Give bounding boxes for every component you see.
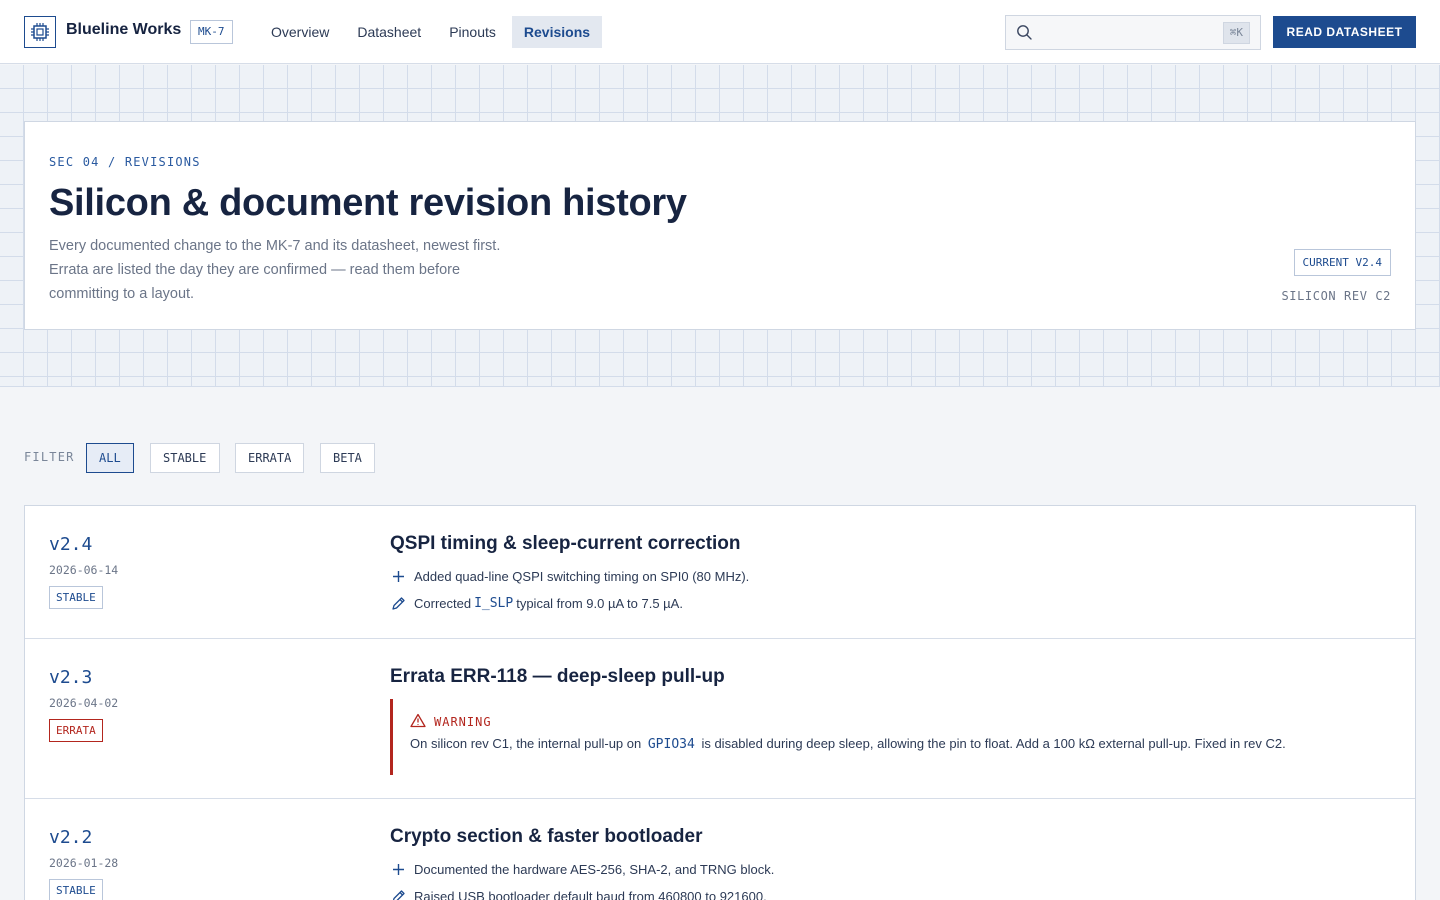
- current-version-badge: CURRENT V2.4: [1293, 249, 1391, 276]
- status-badge: ERRATA: [49, 719, 103, 742]
- filter-chip-errata[interactable]: ERRATA: [235, 443, 304, 473]
- change-item: Raised USB bootloader default baud from …: [390, 888, 767, 900]
- revision-date: 2026-01-28: [49, 856, 119, 870]
- filter-chip-stable[interactable]: STABLE: [150, 443, 220, 473]
- status-badge: STABLE: [49, 586, 103, 609]
- main-nav: Overview Datasheet Pinouts Revisions: [259, 16, 603, 48]
- errata-warning: WARNING On silicon rev C1, the internal …: [390, 699, 1391, 775]
- change-text-suffix: typical from 9.0 µA to 7.5 µA.: [516, 595, 683, 611]
- top-bar: Blueline Works MK-7 Overview Datasheet P…: [0, 0, 1440, 64]
- search-icon: [1016, 24, 1033, 46]
- revision-title: Crypto section & faster bootloader: [390, 826, 703, 847]
- revision-version[interactable]: v2.2: [49, 827, 92, 848]
- change-item: Documented the hardware AES-256, SHA-2, …: [390, 861, 774, 877]
- nav-pinouts[interactable]: Pinouts: [437, 16, 508, 48]
- revision-version[interactable]: v2.4: [49, 534, 92, 555]
- nav-datasheet[interactable]: Datasheet: [345, 16, 433, 48]
- change-text: Documented the hardware AES-256, SHA-2, …: [414, 861, 775, 877]
- revision-entry: v2.4 2026-06-14 STABLE QSPI timing & sle…: [25, 506, 1415, 639]
- filter-chip-beta[interactable]: BETA: [320, 443, 375, 473]
- brand-name[interactable]: Blueline Works: [66, 21, 181, 39]
- shortcut-hint: ⌘K: [1222, 22, 1250, 44]
- section-kicker: SEC 04 / REVISIONS: [49, 155, 201, 169]
- warning-text-suffix: is disabled during deep sleep, allowing …: [701, 736, 1286, 751]
- plus-icon: [390, 861, 406, 877]
- revision-list: v2.4 2026-06-14 STABLE QSPI timing & sle…: [24, 505, 1416, 900]
- filter-label: FILTER: [24, 450, 75, 464]
- revision-date: 2026-06-14: [49, 563, 119, 577]
- param-code: I_SLP: [474, 595, 514, 611]
- warning-triangle-icon: [410, 713, 426, 731]
- pencil-icon: [390, 595, 406, 611]
- warning-text-prefix: On silicon rev C1, the internal pull-up …: [410, 736, 642, 751]
- change-text: Raised USB bootloader default baud from …: [414, 888, 767, 900]
- warning-text: On silicon rev C1, the internal pull-up …: [410, 736, 1286, 752]
- page-description: Every documented change to the MK-7 and …: [49, 238, 501, 302]
- revision-date: 2026-04-02: [49, 696, 119, 710]
- change-text-prefix: Corrected: [414, 595, 472, 611]
- pencil-icon: [390, 888, 406, 900]
- nav-revisions[interactable]: Revisions: [511, 16, 603, 48]
- search-input[interactable]: [1042, 22, 1222, 44]
- revision-title: Errata ERR-118 — deep-sleep pull-up: [390, 666, 725, 687]
- revision-version[interactable]: v2.3: [49, 667, 92, 688]
- change-item: Added quad-line QSPI switching timing on…: [390, 568, 749, 584]
- page-title: Silicon & document revision history: [49, 182, 687, 224]
- nav-overview[interactable]: Overview: [259, 16, 341, 48]
- model-badge: MK-7: [190, 20, 233, 44]
- revision-entry: v2.2 2026-01-28 STABLE Crypto section & …: [25, 799, 1415, 900]
- warning-label: WARNING: [434, 715, 492, 729]
- revision-entry: v2.3 2026-04-02 ERRATA Errata ERR-118 — …: [25, 639, 1415, 799]
- search-box[interactable]: ⌘K: [1005, 15, 1261, 50]
- filter-chip-all[interactable]: ALL: [86, 443, 134, 473]
- chip-logo-icon[interactable]: [24, 16, 56, 48]
- status-badge: STABLE: [49, 879, 103, 900]
- change-item: Corrected I_SLP typical from 9.0 µA to 7…: [390, 595, 683, 611]
- read-datasheet-button[interactable]: READ DATASHEET: [1273, 16, 1416, 48]
- revision-title: QSPI timing & sleep-current correction: [390, 533, 741, 554]
- plus-icon: [390, 568, 406, 584]
- warning-header: WARNING: [410, 713, 492, 731]
- change-text: Added quad-line QSPI switching timing on…: [414, 568, 750, 584]
- silicon-revision: SILICON REV C2: [1281, 289, 1391, 303]
- hero-card: SEC 04 / REVISIONS Silicon & document re…: [24, 121, 1416, 330]
- pin-code: GPIO34: [647, 737, 695, 752]
